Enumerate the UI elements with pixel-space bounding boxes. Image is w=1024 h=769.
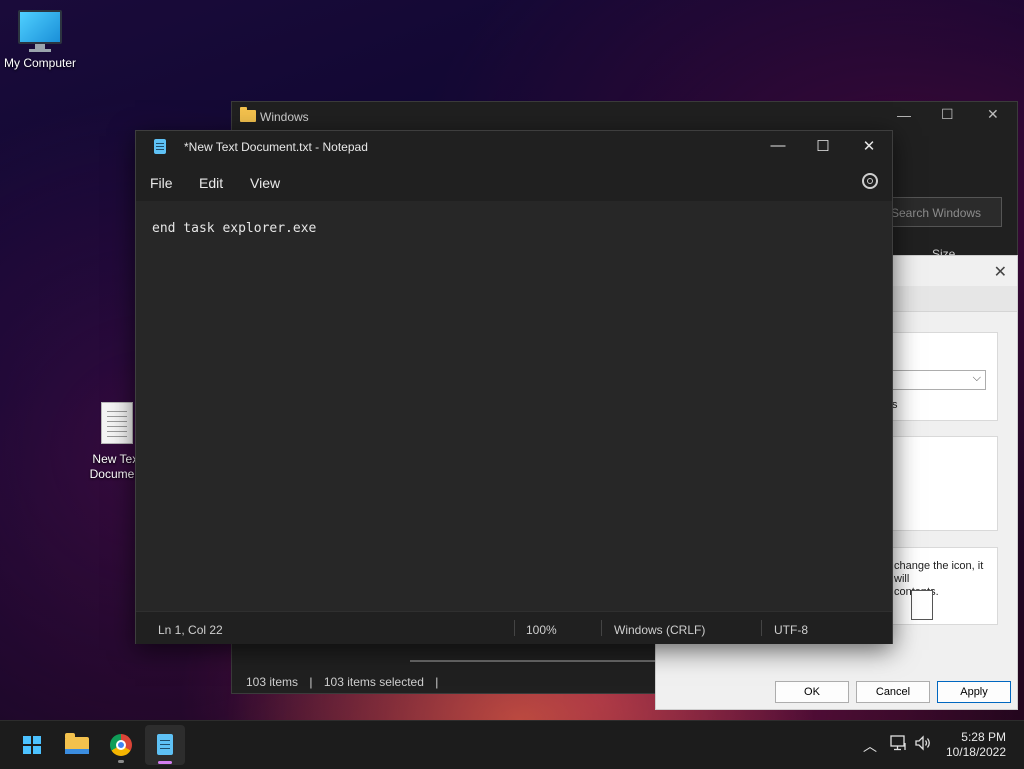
start-button[interactable] [12,725,52,765]
cursor-position: Ln 1, Col 22 [158,623,223,637]
menu-file[interactable]: File [150,175,173,191]
clock-date: 10/18/2022 [945,745,1006,759]
volume-icon[interactable] [914,735,932,754]
notepad-icon [157,734,173,755]
clock-time: 5:28 PM [961,730,1006,744]
status-bar: Ln 1, Col 22 100% Windows (CRLF) UTF-8 [136,611,892,644]
taskbar-file-explorer[interactable] [57,725,97,765]
taskbar: ︿ 5:28 PM 10/18/2022 [0,720,1024,769]
encoding: UTF-8 [774,623,808,637]
zoom-level: 100% [526,623,557,637]
desktop-icon-label: My Computer [3,56,77,70]
folder-icon [240,107,256,122]
taskbar-chrome[interactable] [101,725,141,765]
menu-bar: File Edit View [136,163,892,201]
gear-icon[interactable] [862,173,878,189]
text-editor[interactable]: end task explorer.exe [136,201,892,611]
editor-content[interactable]: end task explorer.exe [152,221,316,236]
menu-view[interactable]: View [250,175,280,191]
search-input[interactable]: Search Windows [882,197,1002,227]
text-file-icon [101,402,133,444]
chevron-up-icon[interactable]: ︿ [863,736,877,756]
close-icon[interactable]: ✕ [994,262,1007,282]
dropdown-select[interactable]: ⌵ [884,370,986,390]
cancel-button[interactable]: Cancel [856,681,930,703]
maximize-button[interactable]: ☐ [941,106,954,123]
maximize-button[interactable]: ☐ [803,137,843,155]
system-clock[interactable]: 5:28 PM 10/18/2022 [946,730,1006,760]
icon-help-text: change the icon, it will contents. [894,560,984,598]
notepad-icon [154,139,166,154]
document-icon [911,590,933,620]
line-ending: Windows (CRLF) [614,623,706,637]
desktop-icon-my-computer[interactable]: My Computer [0,10,80,70]
chevron-down-icon: ⌵ [972,372,981,384]
menu-edit[interactable]: Edit [199,175,223,191]
description-panel [892,436,998,531]
item-count: 103 items [246,675,299,689]
title-bar[interactable]: *New Text Document.txt - Notepad — ☐ ✕ [136,131,892,163]
taskbar-notepad[interactable] [145,725,185,765]
apply-button[interactable]: Apply [937,681,1011,703]
notepad-window[interactable]: *New Text Document.txt - Notepad — ☐ ✕ F… [135,130,893,644]
minimize-button[interactable]: — [758,137,798,154]
window-title: *New Text Document.txt - Notepad [184,140,368,154]
minimize-button[interactable]: — [897,107,911,123]
selected-count: 103 items selected [323,675,424,689]
close-button[interactable]: ✕ [987,106,999,123]
close-button[interactable]: ✕ [849,137,889,155]
network-icon[interactable] [890,735,908,754]
folder-icon [65,733,89,754]
status-bar: 103 items | 103 items selected | [246,675,439,689]
window-title: Windows [260,110,309,124]
scrollbar[interactable] [410,660,680,662]
chrome-icon [110,734,132,756]
ok-button[interactable]: OK [775,681,849,703]
computer-icon [0,10,80,52]
windows-logo-icon [23,736,41,754]
